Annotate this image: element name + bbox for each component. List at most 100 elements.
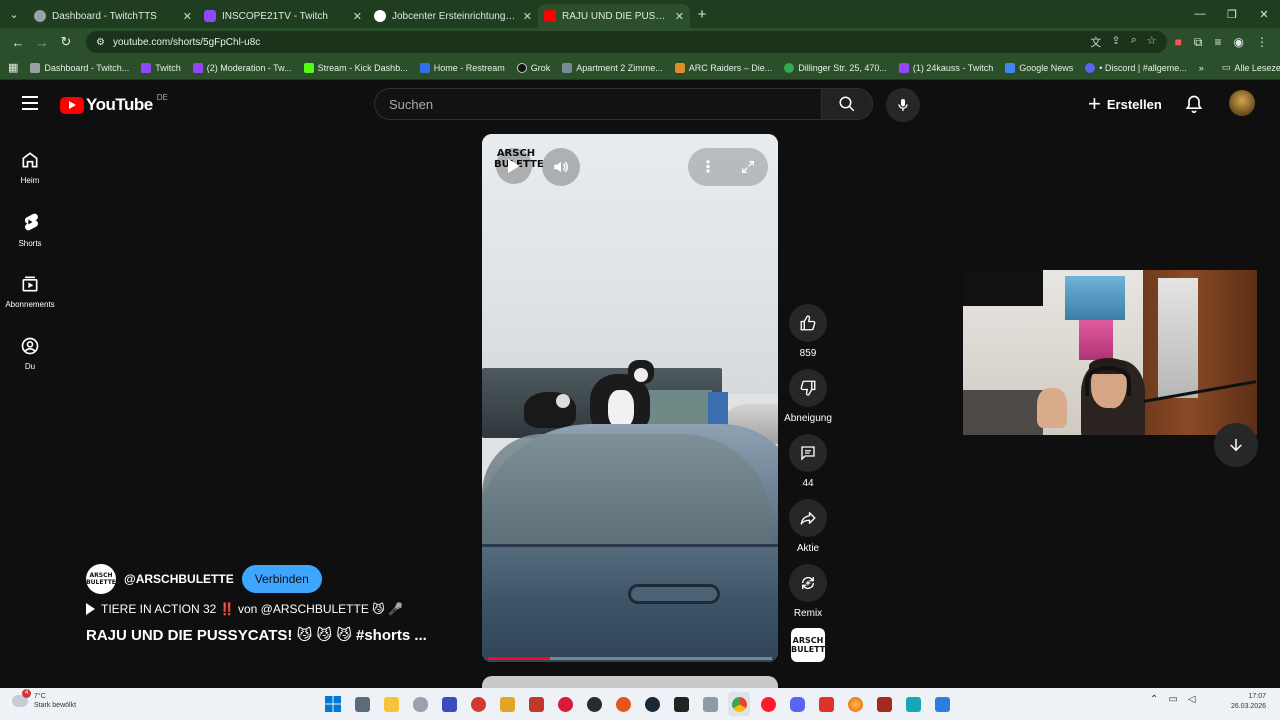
play-button[interactable] [496,148,532,184]
reload-button[interactable]: ↻ [54,34,78,50]
bookmark-item[interactable]: Apartment 2 Zimme... [562,62,663,73]
profile-icon[interactable]: ◉ [1234,35,1244,50]
minimize-button[interactable]: — [1184,8,1216,21]
shorts-video-player[interactable]: ARSCH BULETTE ⋮ [482,134,778,662]
bookmark-item[interactable]: (1) 24kauss - Twitch [898,62,993,73]
firefox-icon[interactable] [844,692,866,716]
all-bookmarks-folder[interactable]: ▭Alle Lesezeichen [1222,62,1280,73]
tab-close-icon[interactable]: ✕ [183,10,192,23]
speaker-icon[interactable]: ◁ [1188,694,1196,705]
create-button[interactable]: + Erstellen [1078,88,1172,120]
bookmark-item[interactable]: ARC Raiders – Die... [674,62,772,73]
bookmark-item[interactable]: Google News [1005,62,1073,73]
sound-channel-thumbnail[interactable]: ARSCH BULETTE [791,628,831,662]
guide-item-shorts[interactable]: Shorts [0,198,60,260]
tab-close-icon[interactable]: ✕ [353,10,362,23]
app-orange-icon[interactable] [612,692,634,716]
fullscreen-icon[interactable] [740,159,756,175]
dislike-button[interactable] [789,369,827,407]
maximize-button[interactable]: ❐ [1216,8,1248,21]
video-progress-bar[interactable] [488,657,772,660]
guide-item-home[interactable]: Heim [0,136,60,198]
zoom-icon[interactable]: ⌕ [1131,34,1137,50]
bookmark-item[interactable]: Dillinger Str. 25, 470... [784,62,887,73]
extension-icon[interactable]: ■ [1175,35,1182,50]
notifications-button[interactable] [1182,92,1206,116]
like-action[interactable]: 859 [784,304,832,369]
subscribe-button[interactable]: Verbinden [241,565,322,593]
vegas-app-icon[interactable] [438,692,460,716]
volume-button[interactable] [542,148,580,186]
bookmark-item[interactable]: Twitch [141,62,181,73]
new-tab-button[interactable]: + [690,6,714,23]
dislike-action[interactable]: Abneigung [784,369,832,434]
close-window-button[interactable]: ✕ [1248,8,1280,21]
remix-button[interactable] [789,564,827,602]
short-title[interactable]: RAJU UND DIE PUSSYCATS! 😼 😼 😼 #shorts ..… [86,626,466,644]
tab-close-icon[interactable]: ✕ [675,10,684,23]
app-blue-icon[interactable] [931,692,953,716]
tab-close-icon[interactable]: ✕ [523,10,532,23]
browser-tab[interactable]: Dashboard - TwitchTTS ✕ [28,4,198,28]
browser-tab[interactable]: INSCOPE21TV - Twitch ✕ [198,4,368,28]
app-record-icon[interactable] [554,692,576,716]
bookmark-item[interactable]: Grok [516,62,550,73]
remix-action[interactable]: Remix [784,564,832,629]
app-gear-icon[interactable] [699,692,721,716]
bookmark-item[interactable]: Dashboard - Twitch... [30,62,129,73]
menu-icon[interactable] [22,96,38,110]
browser-tab-active[interactable]: RAJU UND DIE PUSSYCATS! 😼 ! ✕ [538,4,690,28]
app-red-bird-icon[interactable] [815,692,837,716]
channel-handle[interactable]: @ARSCHBULETTE [124,572,234,586]
mouse-app-icon[interactable] [409,692,431,716]
site-info-icon[interactable]: ⚙ [96,37,105,48]
reading-list-icon[interactable]: ≡ [1215,35,1222,50]
tab-search-button[interactable]: ⌄ [0,0,28,28]
app-badge-icon[interactable] [873,692,895,716]
back-button[interactable]: ← [6,35,30,50]
playlist-row[interactable]: TIERE IN ACTION 32 ‼️ von @ARSCHBULETTE … [86,602,466,616]
browser-menu-icon[interactable]: ⋮ [1256,35,1268,50]
install-icon[interactable]: ⇪ [1111,34,1120,50]
bookmark-star-icon[interactable]: ☆ [1147,34,1157,50]
next-video-button[interactable] [1214,423,1258,467]
calculator-icon[interactable] [351,692,373,716]
search-input[interactable]: Suchen [374,88,822,120]
url-field[interactable]: ⚙ youtube.com/shorts/5gFpChl-u8c 文 ⇪ ⌕ ☆ [86,31,1167,53]
obs-icon[interactable] [583,692,605,716]
app-red-icon[interactable] [467,692,489,716]
file-explorer-icon[interactable] [380,692,402,716]
bookmark-item[interactable]: (2) Moderation - Tw... [192,62,292,73]
discord-icon[interactable] [786,692,808,716]
comments-button[interactable] [789,434,827,472]
tray-overflow-icon[interactable]: ⌃ [1150,694,1158,705]
apps-grid-icon[interactable]: ▦ [8,61,18,74]
channel-avatar[interactable]: ARSCH BULETTE [86,564,116,594]
bookmark-item[interactable]: Stream - Kick Dashb... [303,62,408,73]
chrome-icon[interactable] [728,692,750,716]
share-button[interactable] [789,499,827,537]
more-options-icon[interactable]: ⋮ [700,157,716,177]
network-icon[interactable]: ▭ [1168,694,1177,705]
start-button[interactable] [322,692,344,716]
bookmarks-more-icon[interactable]: » [1199,63,1204,73]
voice-search-button[interactable] [886,88,920,122]
account-avatar[interactable] [1229,90,1255,116]
guide-item-subscriptions[interactable]: Abonnements [0,260,60,322]
bookmark-item[interactable]: • Discord | #allgeme... [1085,62,1187,73]
like-button[interactable] [789,304,827,342]
browser-tab[interactable]: Jobcenter Ersteinrichtung: Betr ✕ [368,4,538,28]
share-action[interactable]: Aktie [784,499,832,564]
forward-button[interactable]: → [30,35,54,50]
bookmark-item[interactable]: Home - Restream [419,62,505,73]
comments-action[interactable]: 44 [784,434,832,499]
youtube-logo[interactable]: YouTube DE [60,93,168,115]
translate-icon[interactable]: 文 [1090,34,1101,50]
app-layers-icon[interactable] [496,692,518,716]
steam-icon[interactable] [641,692,663,716]
system-clock[interactable]: 17:07 26.03.2026 [1210,692,1266,712]
weather-widget[interactable]: 4 7°C Stark bewölkt [12,689,76,710]
extensions-puzzle-icon[interactable]: ⧉ [1194,35,1203,50]
epic-games-icon[interactable] [670,692,692,716]
guide-item-you[interactable]: Du [0,322,60,384]
